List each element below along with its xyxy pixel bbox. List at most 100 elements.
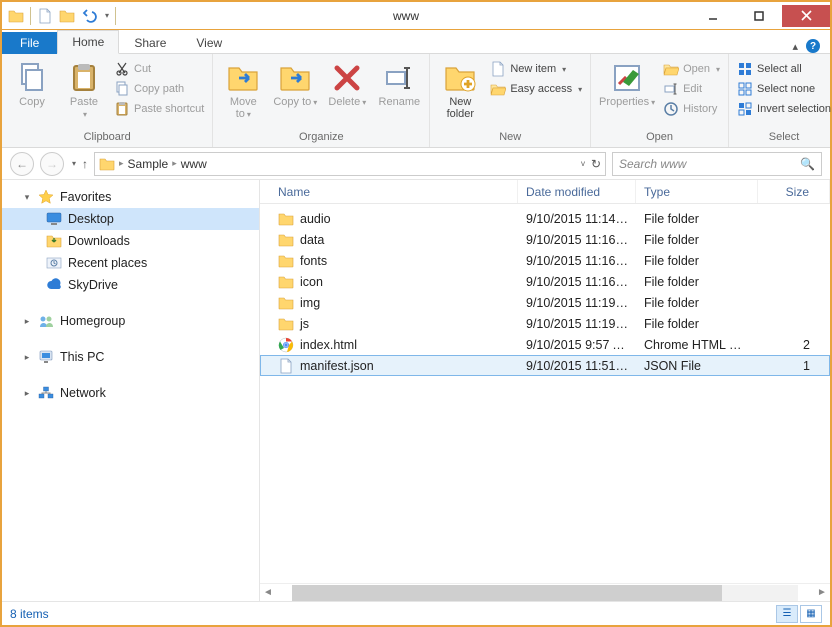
nav-skydrive[interactable]: SkyDrive — [2, 274, 259, 296]
file-row[interactable]: js9/10/2015 11:19 AMFile folder — [260, 313, 830, 334]
col-date[interactable]: Date modified — [518, 180, 636, 203]
file-area: Name Date modified Type Size audio9/10/2… — [260, 180, 830, 601]
file-row[interactable]: fonts9/10/2015 11:16 AMFile folder — [260, 250, 830, 271]
group-clipboard: Copy Paste ▾ Cut Copy path Paste shortcu… — [2, 54, 213, 147]
nav-network[interactable]: ▸Network — [2, 382, 259, 404]
file-size: 2 — [758, 338, 830, 352]
minimize-button[interactable] — [690, 5, 736, 27]
horizontal-scrollbar[interactable]: ◄ ► — [260, 583, 830, 601]
folder-icon — [278, 274, 294, 290]
new-folder-icon[interactable] — [59, 8, 75, 24]
forward-button[interactable]: → — [40, 152, 64, 176]
folder-icon[interactable] — [8, 8, 24, 24]
quick-access-toolbar: ▾ — [2, 7, 122, 25]
move-to-button[interactable]: Move to▾ — [219, 60, 267, 122]
col-size[interactable]: Size — [758, 180, 830, 203]
file-list[interactable]: audio9/10/2015 11:14 AMFile folderdata9/… — [260, 204, 830, 583]
item-count: 8 items — [10, 607, 49, 621]
history-dropdown-icon[interactable]: ▾ — [72, 159, 76, 168]
content: ▾Favorites Desktop Downloads Recent plac… — [2, 180, 830, 601]
back-button[interactable]: ← — [10, 152, 34, 176]
copy-path-button[interactable]: Copy path — [112, 80, 206, 98]
file-name: fonts — [300, 254, 327, 268]
file-row[interactable]: manifest.json9/10/2015 11:51 AMJSON File… — [260, 355, 830, 376]
edit-button[interactable]: Edit — [661, 80, 722, 98]
file-type: File folder — [636, 254, 758, 268]
crumb-parent[interactable]: Sample — [128, 157, 169, 171]
crumb-current[interactable]: www — [181, 157, 207, 171]
address-bar: ← → ▾ ↑ ▸Sample ▸www v ↻ Search www 🔍 — [2, 148, 830, 180]
tab-file[interactable]: File — [2, 32, 57, 54]
select-none-button[interactable]: Select none — [735, 80, 832, 98]
paste-shortcut-button[interactable]: Paste shortcut — [112, 100, 206, 118]
copy-label: Copy — [19, 96, 45, 108]
file-row[interactable]: data9/10/2015 11:16 AMFile folder — [260, 229, 830, 250]
tab-share[interactable]: Share — [119, 31, 181, 54]
folder-icon — [278, 295, 294, 311]
properties-button[interactable]: Properties▾ — [597, 60, 657, 110]
file-type: File folder — [636, 233, 758, 247]
nav-thispc[interactable]: ▸This PC — [2, 346, 259, 368]
file-name: data — [300, 233, 324, 247]
nav-recent[interactable]: Recent places — [2, 252, 259, 274]
tab-home[interactable]: Home — [57, 30, 119, 54]
new-item-button[interactable]: New item▾ — [488, 60, 584, 78]
folder-icon — [278, 316, 294, 332]
easy-access-button[interactable]: Easy access▾ — [488, 80, 584, 98]
file-type: File folder — [636, 212, 758, 226]
file-date: 9/10/2015 11:19 AM — [518, 296, 636, 310]
cut-button[interactable]: Cut — [112, 60, 206, 78]
col-name[interactable]: Name — [260, 180, 518, 203]
undo-icon[interactable] — [81, 8, 97, 24]
group-organize: Move to▾ Copy to▾ Delete▾ Rename Organiz… — [213, 54, 430, 147]
address-dropdown-icon[interactable]: v — [581, 159, 585, 168]
qat-dropdown-icon[interactable]: ▾ — [105, 11, 109, 20]
nav-homegroup[interactable]: ▸Homegroup — [2, 310, 259, 332]
breadcrumb[interactable]: ▸Sample ▸www v ↻ — [94, 152, 606, 176]
search-input[interactable]: Search www 🔍 — [612, 152, 822, 176]
navigation-pane[interactable]: ▾Favorites Desktop Downloads Recent plac… — [2, 180, 260, 601]
open-button[interactable]: Open▾ — [661, 60, 722, 78]
nav-favorites[interactable]: ▾Favorites — [2, 186, 259, 208]
file-name: img — [300, 296, 320, 310]
nav-downloads[interactable]: Downloads — [2, 230, 259, 252]
tab-view[interactable]: View — [181, 31, 237, 54]
status-bar: 8 items ☰ ▦ — [2, 601, 830, 625]
file-row[interactable]: audio9/10/2015 11:14 AMFile folder — [260, 208, 830, 229]
copy-to-button[interactable]: Copy to▾ — [271, 60, 319, 110]
new-folder-button[interactable]: New folder — [436, 60, 484, 122]
thumbnails-view-button[interactable]: ▦ — [800, 605, 822, 623]
properties-icon[interactable] — [37, 8, 53, 24]
delete-button[interactable]: Delete▾ — [323, 60, 371, 110]
minimize-ribbon-icon[interactable]: ▴ — [792, 40, 798, 53]
file-row[interactable]: index.html9/10/2015 9:57 AMChrome HTML D… — [260, 334, 830, 355]
paste-button[interactable]: Paste ▾ — [60, 60, 108, 121]
chrome-icon — [278, 337, 294, 353]
nav-desktop[interactable]: Desktop — [2, 208, 259, 230]
file-row[interactable]: img9/10/2015 11:19 AMFile folder — [260, 292, 830, 313]
scroll-left-icon[interactable]: ◄ — [260, 587, 276, 598]
copy-button[interactable]: Copy — [8, 60, 56, 110]
file-row[interactable]: icon9/10/2015 11:16 AMFile folder — [260, 271, 830, 292]
file-size: 1 — [758, 359, 830, 373]
close-button[interactable] — [782, 5, 830, 27]
maximize-button[interactable] — [736, 5, 782, 27]
file-icon — [278, 358, 294, 374]
rename-button[interactable]: Rename — [375, 60, 423, 110]
refresh-icon[interactable]: ↻ — [591, 157, 601, 171]
help-icon[interactable]: ? — [806, 39, 820, 53]
scroll-right-icon[interactable]: ► — [814, 587, 830, 598]
file-type: File folder — [636, 275, 758, 289]
invert-selection-button[interactable]: Invert selection — [735, 100, 832, 118]
details-view-button[interactable]: ☰ — [776, 605, 798, 623]
file-name: audio — [300, 212, 331, 226]
history-button[interactable]: History — [661, 100, 722, 118]
col-type[interactable]: Type — [636, 180, 758, 203]
select-all-button[interactable]: Select all — [735, 60, 832, 78]
file-name: manifest.json — [300, 359, 374, 373]
scroll-thumb[interactable] — [292, 585, 722, 601]
folder-icon — [278, 211, 294, 227]
file-date: 9/10/2015 9:57 AM — [518, 338, 636, 352]
group-select: Select all Select none Invert selection … — [729, 54, 832, 147]
up-button[interactable]: ↑ — [82, 157, 88, 171]
